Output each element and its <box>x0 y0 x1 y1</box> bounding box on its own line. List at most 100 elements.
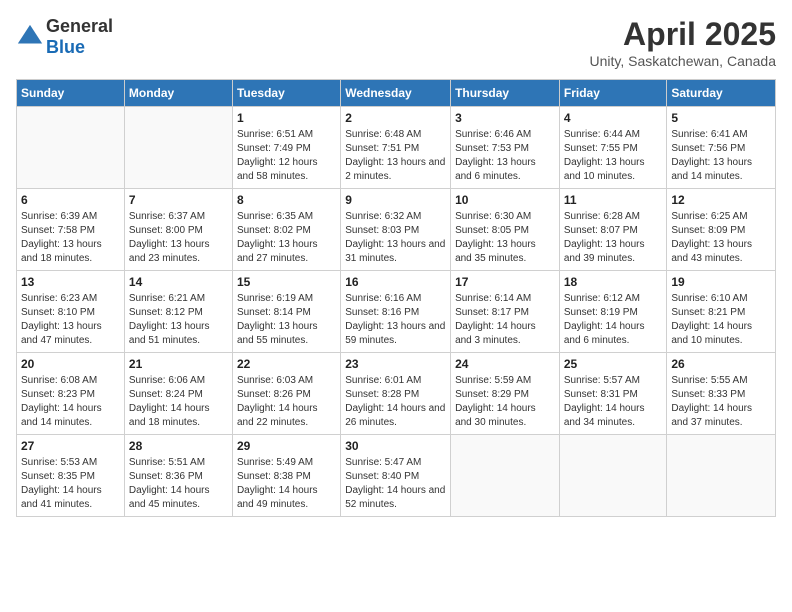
calendar-cell: 20 Sunrise: 6:08 AMSunset: 8:23 PMDayligh… <box>17 353 125 435</box>
day-number: 18 <box>564 275 663 289</box>
location-text: Unity, Saskatchewan, Canada <box>589 53 776 69</box>
day-info: Sunrise: 6:03 AMSunset: 8:26 PMDaylight:… <box>237 374 336 430</box>
logo: General Blue <box>16 16 113 58</box>
day-number: 8 <box>237 193 336 207</box>
calendar-cell: 17Sunrise: 6:14 AMSunset: 8:17 PMDayligh… <box>451 271 560 353</box>
calendar-cell: 11 Sunrise: 6:28 AMSunset: 8:07 PMDayligh… <box>559 189 667 271</box>
calendar-week-2: 6Sunrise: 6:39 AMSunset: 7:58 PMDaylight… <box>17 189 776 271</box>
calendar-cell: 29 Sunrise: 5:49 AMSunset: 8:38 PMDayligh… <box>232 435 340 517</box>
day-number: 21 <box>129 357 228 371</box>
day-info: Sunrise: 6:08 AMSunset: 8:23 PMDaylight:… <box>21 374 120 430</box>
day-info: Sunrise: 5:51 AMSunset: 8:36 PMDaylight:… <box>129 456 228 512</box>
day-number: 14 <box>129 275 228 289</box>
calendar-cell: 7 Sunrise: 6:37 AMSunset: 8:00 PMDaylight… <box>124 189 232 271</box>
calendar-cell: 10 Sunrise: 6:30 AMSunset: 8:05 PMDayligh… <box>451 189 560 271</box>
day-info: Sunrise: 5:49 AMSunset: 8:38 PMDaylight:… <box>237 456 336 512</box>
day-number: 22 <box>237 357 336 371</box>
day-info: Sunrise: 6:48 AMSunset: 7:51 PMDaylight:… <box>345 128 446 184</box>
day-number: 15 <box>237 275 336 289</box>
calendar-cell: 12Sunrise: 6:25 AMSunset: 8:09 PMDayligh… <box>667 189 776 271</box>
calendar-cell: 28 Sunrise: 5:51 AMSunset: 8:36 PMDayligh… <box>124 435 232 517</box>
calendar-week-4: 20 Sunrise: 6:08 AMSunset: 8:23 PMDayligh… <box>17 353 776 435</box>
day-number: 29 <box>237 439 336 453</box>
day-number: 2 <box>345 111 446 125</box>
day-number: 25 <box>564 357 663 371</box>
calendar-cell: 27 Sunrise: 5:53 AMSunset: 8:35 PMDayligh… <box>17 435 125 517</box>
calendar-cell: 22 Sunrise: 6:03 AMSunset: 8:26 PMDayligh… <box>232 353 340 435</box>
logo-blue-text: Blue <box>46 37 85 57</box>
calendar-cell: 15 Sunrise: 6:19 AMSunset: 8:14 PMDayligh… <box>232 271 340 353</box>
calendar-cell <box>124 107 232 189</box>
calendar-cell: 19 Sunrise: 6:10 AMSunset: 8:21 PMDayligh… <box>667 271 776 353</box>
day-number: 4 <box>564 111 663 125</box>
calendar-header-row: SundayMondayTuesdayWednesdayThursdayFrid… <box>17 80 776 107</box>
day-number: 28 <box>129 439 228 453</box>
day-number: 1 <box>237 111 336 125</box>
weekday-header-sunday: Sunday <box>17 80 125 107</box>
calendar-cell: 14 Sunrise: 6:21 AMSunset: 8:12 PMDayligh… <box>124 271 232 353</box>
calendar-cell: 21 Sunrise: 6:06 AMSunset: 8:24 PMDayligh… <box>124 353 232 435</box>
day-info: Sunrise: 6:10 AMSunset: 8:21 PMDaylight:… <box>671 292 771 348</box>
title-area: April 2025 Unity, Saskatchewan, Canada <box>589 16 776 69</box>
calendar-cell: 26 Sunrise: 5:55 AMSunset: 8:33 PMDayligh… <box>667 353 776 435</box>
day-info: Sunrise: 6:12 AMSunset: 8:19 PMDaylight:… <box>564 292 663 348</box>
calendar-cell: 9 Sunrise: 6:32 AMSunset: 8:03 PMDaylight… <box>341 189 451 271</box>
day-info: Sunrise: 5:59 AMSunset: 8:29 PMDaylight:… <box>455 374 555 430</box>
calendar-cell: 8Sunrise: 6:35 AMSunset: 8:02 PMDaylight… <box>232 189 340 271</box>
day-info: Sunrise: 6:51 AMSunset: 7:49 PMDaylight:… <box>237 128 336 184</box>
calendar-cell: 5Sunrise: 6:41 AMSunset: 7:56 PMDaylight… <box>667 107 776 189</box>
day-number: 13 <box>21 275 120 289</box>
day-info: Sunrise: 6:01 AMSunset: 8:28 PMDaylight:… <box>345 374 446 430</box>
day-info: Sunrise: 6:46 AMSunset: 7:53 PMDaylight:… <box>455 128 555 184</box>
logo-general-text: General <box>46 16 113 36</box>
day-number: 24 <box>455 357 555 371</box>
day-info: Sunrise: 6:30 AMSunset: 8:05 PMDaylight:… <box>455 210 555 266</box>
day-number: 3 <box>455 111 555 125</box>
day-info: Sunrise: 6:41 AMSunset: 7:56 PMDaylight:… <box>671 128 771 184</box>
calendar-cell: 1 Sunrise: 6:51 AMSunset: 7:49 PMDaylight… <box>232 107 340 189</box>
day-number: 10 <box>455 193 555 207</box>
day-number: 20 <box>21 357 120 371</box>
calendar-cell: 23 Sunrise: 6:01 AMSunset: 8:28 PMDayligh… <box>341 353 451 435</box>
weekday-header-saturday: Saturday <box>667 80 776 107</box>
day-info: Sunrise: 6:28 AMSunset: 8:07 PMDaylight:… <box>564 210 663 266</box>
day-info: Sunrise: 6:06 AMSunset: 8:24 PMDaylight:… <box>129 374 228 430</box>
day-number: 19 <box>671 275 771 289</box>
calendar-cell: 2 Sunrise: 6:48 AMSunset: 7:51 PMDaylight… <box>341 107 451 189</box>
weekday-header-friday: Friday <box>559 80 667 107</box>
day-number: 9 <box>345 193 446 207</box>
calendar-body: 1 Sunrise: 6:51 AMSunset: 7:49 PMDaylight… <box>17 107 776 517</box>
logo-icon <box>16 23 44 51</box>
weekday-header-thursday: Thursday <box>451 80 560 107</box>
weekday-header-monday: Monday <box>124 80 232 107</box>
day-number: 27 <box>21 439 120 453</box>
day-number: 23 <box>345 357 446 371</box>
day-info: Sunrise: 5:53 AMSunset: 8:35 PMDaylight:… <box>21 456 120 512</box>
day-info: Sunrise: 5:57 AMSunset: 8:31 PMDaylight:… <box>564 374 663 430</box>
calendar-cell: 25 Sunrise: 5:57 AMSunset: 8:31 PMDayligh… <box>559 353 667 435</box>
day-info: Sunrise: 6:16 AMSunset: 8:16 PMDaylight:… <box>345 292 446 348</box>
day-number: 11 <box>564 193 663 207</box>
day-info: Sunrise: 6:19 AMSunset: 8:14 PMDaylight:… <box>237 292 336 348</box>
calendar-cell <box>667 435 776 517</box>
calendar-cell <box>559 435 667 517</box>
calendar-week-5: 27 Sunrise: 5:53 AMSunset: 8:35 PMDayligh… <box>17 435 776 517</box>
day-info: Sunrise: 5:47 AMSunset: 8:40 PMDaylight:… <box>345 456 446 512</box>
day-number: 30 <box>345 439 446 453</box>
day-info: Sunrise: 6:32 AMSunset: 8:03 PMDaylight:… <box>345 210 446 266</box>
day-number: 26 <box>671 357 771 371</box>
calendar-table: SundayMondayTuesdayWednesdayThursdayFrid… <box>16 79 776 517</box>
day-info: Sunrise: 5:55 AMSunset: 8:33 PMDaylight:… <box>671 374 771 430</box>
month-title: April 2025 <box>589 16 776 53</box>
day-info: Sunrise: 6:14 AMSunset: 8:17 PMDaylight:… <box>455 292 555 348</box>
calendar-cell: 4Sunrise: 6:44 AMSunset: 7:55 PMDaylight… <box>559 107 667 189</box>
calendar-cell: 18 Sunrise: 6:12 AMSunset: 8:19 PMDayligh… <box>559 271 667 353</box>
day-info: Sunrise: 6:23 AMSunset: 8:10 PMDaylight:… <box>21 292 120 348</box>
day-number: 7 <box>129 193 228 207</box>
day-info: Sunrise: 6:21 AMSunset: 8:12 PMDaylight:… <box>129 292 228 348</box>
logo-wordmark: General Blue <box>46 16 113 58</box>
day-info: Sunrise: 6:37 AMSunset: 8:00 PMDaylight:… <box>129 210 228 266</box>
calendar-cell <box>17 107 125 189</box>
calendar-cell: 6Sunrise: 6:39 AMSunset: 7:58 PMDaylight… <box>17 189 125 271</box>
day-info: Sunrise: 6:25 AMSunset: 8:09 PMDaylight:… <box>671 210 771 266</box>
